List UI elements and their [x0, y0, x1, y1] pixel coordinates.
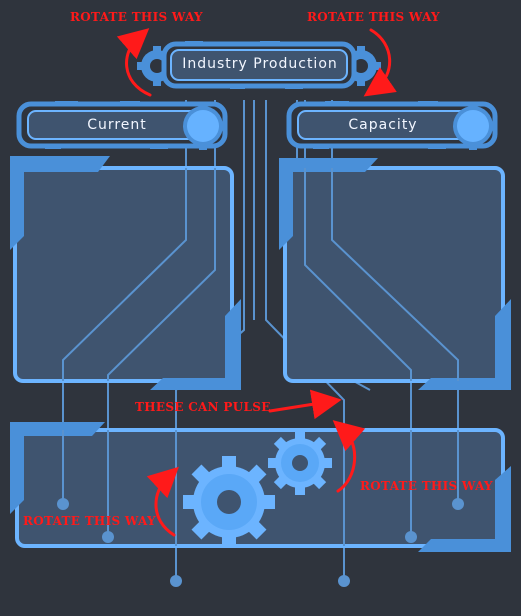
current-panel [10, 156, 241, 390]
capacity-label: Capacity [348, 117, 418, 133]
annotation-rotate-top-left: ROTATE THIS WAY [70, 10, 203, 24]
annotation-rotate-big-gear: ROTATE THIS WAY [23, 514, 156, 528]
current-label: Current [87, 117, 147, 133]
diagram-canvas: Industry Production Current Capacity ROT… [0, 0, 521, 616]
page-title: Industry Production [182, 56, 338, 72]
small-gear-icon [268, 431, 332, 495]
large-gear-icon [183, 456, 275, 548]
pulse-arrow [268, 389, 342, 420]
annotation-rotate-small-gear: ROTATE THIS WAY [360, 479, 493, 493]
annotation-pulse: THESE CAN PULSE [135, 400, 271, 414]
annotation-rotate-top-right: ROTATE THIS WAY [307, 10, 440, 24]
